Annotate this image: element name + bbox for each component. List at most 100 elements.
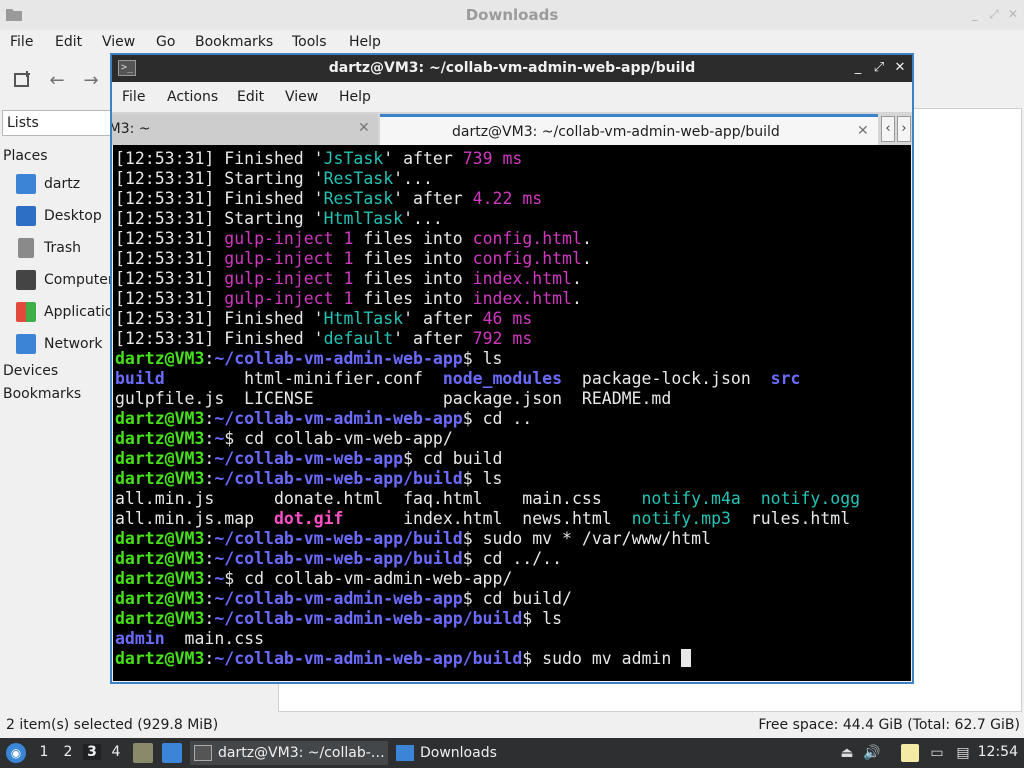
terminal-text-segment: [12:53:31] Finished ' bbox=[115, 309, 324, 328]
terminal-text-segment: ' after bbox=[393, 189, 473, 208]
file-manager-statusbar: 2 item(s) selected (929.8 MiB) Free spac… bbox=[0, 714, 1024, 736]
devices-heading[interactable]: Devices bbox=[3, 363, 58, 379]
close-tab-icon[interactable]: ✕ bbox=[358, 120, 370, 136]
terminal-text-segment: [12:53:31] bbox=[115, 249, 225, 268]
task-terminal[interactable]: dartz@VM3: ~/collab-… bbox=[190, 741, 388, 765]
terminal-tab-home[interactable]: dartz@VM3: ~ ✕ bbox=[112, 114, 378, 145]
menu-help[interactable]: Help bbox=[349, 34, 381, 50]
display-icon[interactable]: ▭ bbox=[928, 744, 946, 762]
terminal-text-segment: gulp-inject bbox=[224, 289, 334, 308]
terminal-text-segment: index.html bbox=[472, 269, 572, 288]
terminal-text-segment: : bbox=[204, 649, 215, 668]
new-tab-icon[interactable] bbox=[12, 70, 34, 92]
trash-icon bbox=[18, 238, 34, 258]
workspace-3[interactable]: 3 bbox=[83, 744, 101, 760]
terminal-text-segment: $ ls bbox=[462, 349, 503, 368]
terminal-text-segment: ~ bbox=[214, 569, 225, 588]
terminal-text-segment: notify.mp3 bbox=[631, 509, 731, 528]
terminal-text-segment: gulp-inject bbox=[224, 249, 334, 268]
workspace-1[interactable]: 1 bbox=[35, 744, 53, 760]
terminal-tab-build[interactable]: dartz@VM3: ~/collab-vm-admin-web-app/bui… bbox=[380, 114, 878, 145]
terminal-text-segment: : bbox=[204, 569, 215, 588]
terminal-text-segment: ~/collab-vm-web-app/build bbox=[214, 469, 463, 488]
workspace-4[interactable]: 4 bbox=[107, 744, 125, 760]
menu-view[interactable]: View bbox=[102, 34, 135, 50]
terminal-output[interactable]: [12:53:31] Finished 'JsTask' after 739 m… bbox=[113, 145, 911, 681]
sidebar-item-dartz[interactable]: dartz bbox=[16, 172, 80, 196]
bookmarks-heading[interactable]: Bookmarks bbox=[3, 386, 81, 402]
menu-go[interactable]: Go bbox=[156, 34, 175, 50]
task-downloads[interactable]: Downloads bbox=[392, 741, 502, 765]
terminal-text-segment: $ cd build/ bbox=[462, 589, 572, 608]
sidebar-item-trash[interactable]: Trash bbox=[16, 236, 81, 260]
terminal-text-segment: all.min.js.map bbox=[115, 509, 274, 528]
clipboard-icon[interactable] bbox=[901, 744, 919, 762]
eject-icon[interactable]: ⏏ bbox=[838, 744, 856, 762]
terminal-line: dartz@VM3:~/collab-vm-admin-web-app/buil… bbox=[115, 609, 911, 629]
places-heading: Places bbox=[3, 148, 48, 164]
menu-bookmarks[interactable]: Bookmarks bbox=[195, 34, 273, 50]
terminal-text-segment: dartz@VM3 bbox=[115, 569, 205, 588]
minimize-button[interactable]: _ bbox=[850, 60, 866, 76]
menu-tools[interactable]: Tools bbox=[292, 34, 327, 50]
terminal-text-segment: [12:53:31] bbox=[115, 229, 225, 248]
terminal-line: dartz@VM3:~/collab-vm-admin-web-app$ cd … bbox=[115, 409, 911, 429]
sidebar-mode-select[interactable]: Lists bbox=[2, 110, 122, 136]
menu-file[interactable]: File bbox=[10, 34, 33, 50]
terminal-line: dartz@VM3:~/collab-vm-web-app/build$ sud… bbox=[115, 529, 911, 549]
network-status-icon[interactable]: ▤ bbox=[954, 744, 972, 762]
terminal-text-segment: gulpfile.js LICENSE package.json README.… bbox=[115, 389, 672, 408]
show-desktop-icon[interactable] bbox=[162, 743, 182, 763]
menu-file[interactable]: File bbox=[122, 89, 145, 105]
close-tab-icon[interactable]: ✕ bbox=[857, 123, 869, 139]
terminal-text-segment: ' after bbox=[403, 309, 483, 328]
task-label: Downloads bbox=[420, 745, 497, 761]
terminal-text-segment: : bbox=[204, 549, 215, 568]
tab-scroll-right-icon[interactable]: › bbox=[897, 116, 911, 142]
file-manager-launcher-icon[interactable] bbox=[133, 743, 153, 763]
free-space-status: Free space: 44.4 GiB (Total: 62.7 GiB) bbox=[758, 717, 1020, 733]
terminal-text-segment: notify.m4a bbox=[641, 489, 741, 508]
volume-icon[interactable]: 🔊 bbox=[863, 744, 881, 762]
terminal-text-segment: [12:53:31] bbox=[115, 269, 225, 288]
menu-actions[interactable]: Actions bbox=[167, 89, 218, 105]
maximize-button[interactable]: ⤢ bbox=[871, 60, 887, 76]
terminal-text-segment: index.html news.html bbox=[343, 509, 632, 528]
back-arrow-icon[interactable]: ← bbox=[46, 70, 68, 92]
terminal-text-segment: admin bbox=[115, 629, 165, 648]
forward-arrow-icon[interactable]: → bbox=[80, 70, 102, 92]
menu-view[interactable]: View bbox=[285, 89, 318, 105]
terminal-text-segment: $ sudo mv * /var/www/html bbox=[462, 529, 712, 548]
sidebar-item-network[interactable]: Network bbox=[16, 332, 102, 356]
terminal-text-segment: build bbox=[115, 369, 165, 388]
maximize-button[interactable]: ⤢ bbox=[987, 7, 1001, 21]
sidebar-item-desktop[interactable]: Desktop bbox=[16, 204, 102, 228]
terminal-text-segment: $ cd .. bbox=[462, 409, 533, 428]
menu-edit[interactable]: Edit bbox=[237, 89, 264, 105]
sidebar-item-computer[interactable]: Computer bbox=[16, 268, 114, 292]
terminal-menubar: File Actions Edit View Help bbox=[112, 82, 912, 112]
terminal-titlebar[interactable]: >_ dartz@VM3: ~/collab-vm-admin-web-app/… bbox=[112, 55, 912, 82]
close-button[interactable]: ✕ bbox=[1006, 7, 1020, 21]
terminal-window: >_ dartz@VM3: ~/collab-vm-admin-web-app/… bbox=[110, 53, 914, 684]
terminal-text-segment: index.html bbox=[472, 289, 572, 308]
tab-label: dartz@VM3: ~ bbox=[112, 121, 151, 137]
terminal-line: dartz@VM3:~$ cd collab-vm-web-app/ bbox=[115, 429, 911, 449]
menu-help[interactable]: Help bbox=[339, 89, 371, 105]
terminal-text-segment: [12:53:31] Starting ' bbox=[115, 209, 324, 228]
terminal-text-segment: dartz@VM3 bbox=[115, 549, 205, 568]
file-manager-titlebar[interactable]: Downloads _ ⤢ ✕ bbox=[0, 0, 1024, 30]
terminal-line: [12:53:31] Starting 'HtmlTask'... bbox=[115, 209, 911, 229]
clock[interactable]: 12:54 bbox=[978, 744, 1018, 760]
tab-scroll-left-icon[interactable]: ‹ bbox=[881, 116, 895, 142]
workspace-2[interactable]: 2 bbox=[59, 744, 77, 760]
terminal-text-segment: $ cd ../.. bbox=[462, 549, 563, 568]
terminal-title: dartz@VM3: ~/collab-vm-admin-web-app/bui… bbox=[328, 60, 696, 76]
terminal-text-segment: : bbox=[204, 409, 215, 428]
start-menu-button[interactable]: ◉ bbox=[6, 743, 26, 763]
minimize-button[interactable]: _ bbox=[968, 7, 982, 21]
close-button[interactable]: ✕ bbox=[892, 60, 908, 76]
menu-edit[interactable]: Edit bbox=[55, 34, 82, 50]
